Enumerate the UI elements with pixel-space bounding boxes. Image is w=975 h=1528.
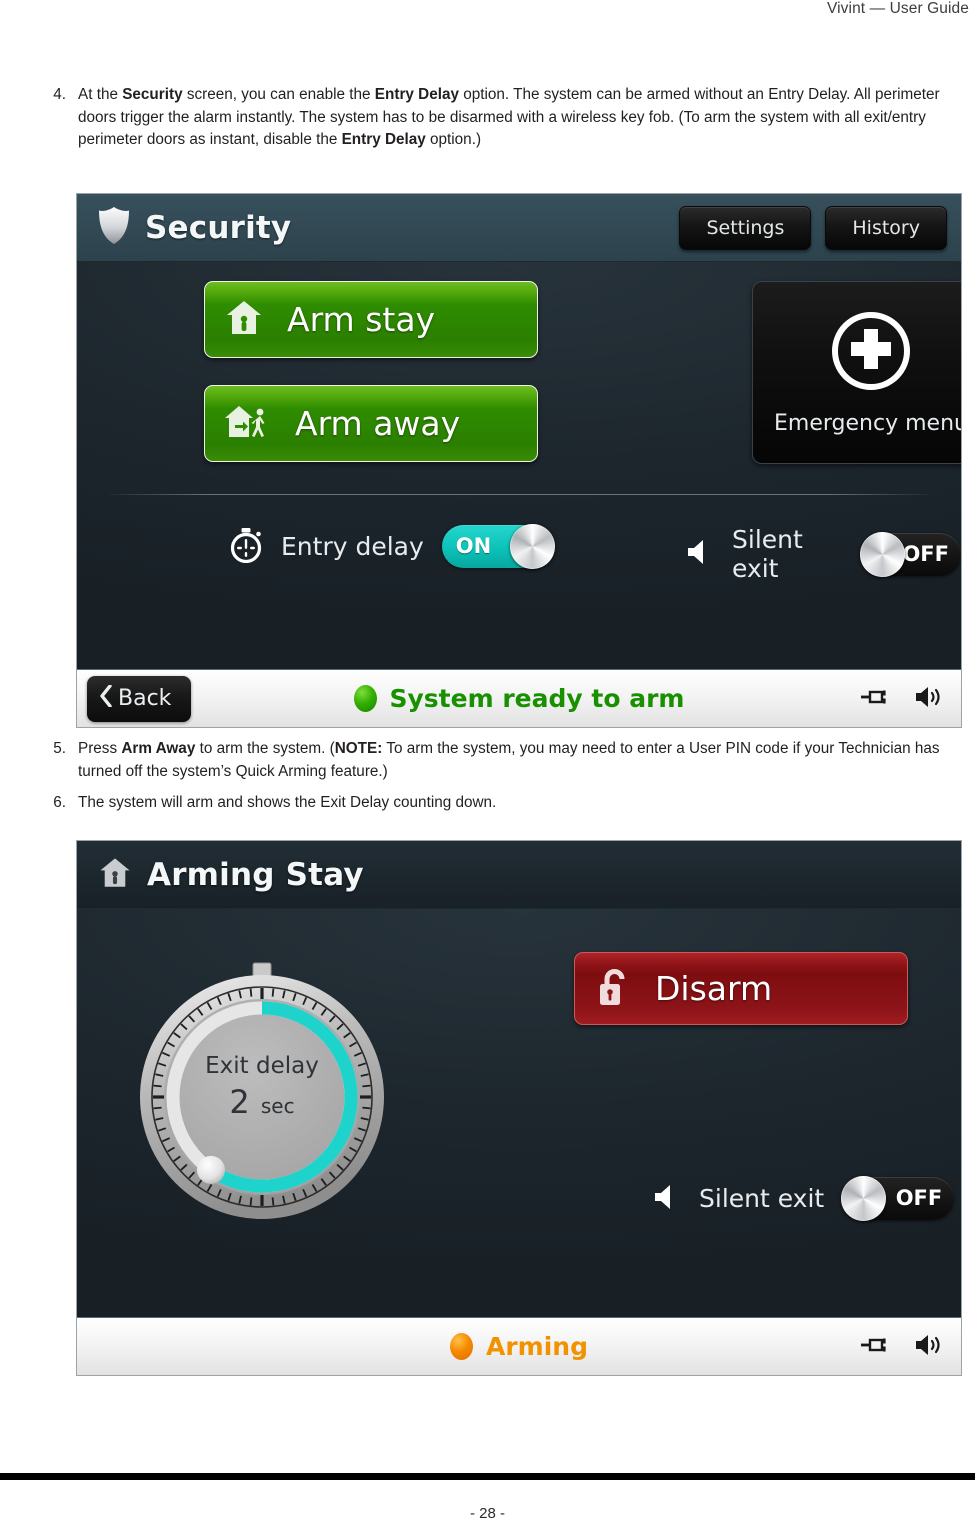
page-number: - 28 - — [469, 1505, 505, 1522]
system-status: System ready to arm — [77, 684, 961, 713]
step-number: 5. — [53, 740, 66, 757]
unlocked-padlock-icon — [597, 967, 631, 1011]
security-screen-screenshot: Security Settings History Arm stay Arm a… — [76, 193, 962, 728]
status-text: Arming — [486, 1332, 588, 1361]
list-item: 6. The system will arm and shows the Exi… — [40, 792, 970, 815]
emergency-menu-button[interactable]: Emergency menu — [752, 281, 962, 464]
toggle-knob[interactable] — [841, 1176, 887, 1221]
medical-cross-circle-icon — [829, 309, 913, 397]
silent-exit-row: Silent exit OFF — [682, 525, 961, 583]
arm-away-label: Arm away — [295, 404, 461, 443]
settings-button[interactable]: Settings — [679, 205, 812, 250]
disarm-label: Disarm — [655, 969, 773, 1008]
step-number: 6. — [53, 794, 66, 811]
status-indicator-dot — [353, 685, 377, 712]
silent-exit-label: Silent exit — [699, 1184, 825, 1213]
arm-away-button[interactable]: Arm away — [204, 385, 538, 462]
entry-delay-toggle[interactable]: ON — [441, 524, 555, 569]
footer-rule — [0, 1473, 975, 1480]
arming-body: Exit delay 2 sec Disarm Silent exit OFF — [77, 909, 961, 1317]
entry-delay-label: Entry delay — [281, 532, 424, 561]
silent-exit-toggle[interactable]: OFF — [860, 531, 961, 577]
list-item: 4. At the Security screen, you can enabl… — [40, 84, 960, 152]
entry-delay-state: ON — [455, 534, 492, 558]
toggle-knob[interactable] — [509, 524, 555, 569]
silent-exit-toggle[interactable]: OFF — [841, 1176, 955, 1221]
back-label: Back — [118, 686, 172, 711]
security-body: Arm stay Arm away Emergency menu Entry d… — [77, 262, 961, 669]
arming-screen-screenshot: Arming Stay Exit delay 2 sec Disarm Sile… — [76, 840, 962, 1376]
silent-exit-label: Silent exit — [732, 525, 803, 583]
step-number: 4. — [53, 86, 66, 103]
security-titlebar: Security Settings History — [77, 194, 961, 262]
dial-label: Exit delay — [205, 1053, 319, 1079]
chevron-left-icon — [99, 683, 112, 713]
status-text: System ready to arm — [389, 684, 685, 713]
emergency-menu-label: Emergency menu — [774, 411, 962, 436]
power-plug-icon — [859, 687, 893, 711]
exit-delay-dial: Exit delay 2 sec — [131, 961, 393, 1223]
silent-exit-row: Silent exit OFF — [649, 1176, 955, 1221]
arm-stay-button[interactable]: Arm stay — [204, 281, 538, 358]
statusbar-icons — [859, 1332, 945, 1362]
security-statusbar: Back System ready to arm — [77, 669, 961, 727]
shield-icon — [97, 206, 131, 250]
step-text: Press Arm Away to arm the system. (NOTE:… — [78, 740, 940, 780]
arming-titlebar: Arming Stay — [77, 841, 961, 909]
step-text: At the Security screen, you can enable t… — [78, 86, 940, 148]
house-person-icon — [223, 297, 265, 343]
page-title: Security — [145, 209, 292, 246]
page-title: Arming Stay — [147, 856, 364, 893]
disarm-button[interactable]: Disarm — [574, 952, 908, 1025]
speaker-mute-icon — [682, 536, 714, 572]
dial-unit: sec — [261, 1094, 295, 1118]
toggle-knob[interactable] — [860, 531, 906, 577]
speaker-volume-icon — [913, 1332, 945, 1362]
entry-delay-row: Entry delay ON — [229, 524, 555, 569]
list-item: 5. Press Arm Away to arm the system. (NO… — [40, 738, 970, 783]
speaker-mute-icon — [649, 1181, 681, 1217]
arming-statusbar: Arming — [77, 1317, 961, 1375]
stopwatch-icon — [229, 527, 263, 567]
silent-exit-state: OFF — [895, 1186, 943, 1210]
system-status: Arming — [77, 1332, 961, 1361]
statusbar-icons — [859, 684, 945, 714]
speaker-volume-icon — [913, 684, 945, 714]
section-divider — [110, 494, 928, 495]
back-button[interactable]: Back — [87, 675, 192, 722]
page-running-head: Vivint — User Guide — [826, 0, 969, 17]
status-indicator-dot — [450, 1333, 473, 1360]
house-person-icon — [97, 854, 133, 896]
arm-stay-label: Arm stay — [287, 300, 436, 339]
house-exit-person-icon — [223, 401, 273, 447]
step-text: The system will arm and shows the Exit D… — [78, 794, 497, 811]
dial-value: 2 — [229, 1083, 249, 1121]
titlebar-actions: Settings History — [679, 205, 947, 250]
silent-exit-state: OFF — [902, 541, 949, 566]
power-plug-icon — [859, 1335, 893, 1359]
history-button[interactable]: History — [825, 205, 947, 250]
